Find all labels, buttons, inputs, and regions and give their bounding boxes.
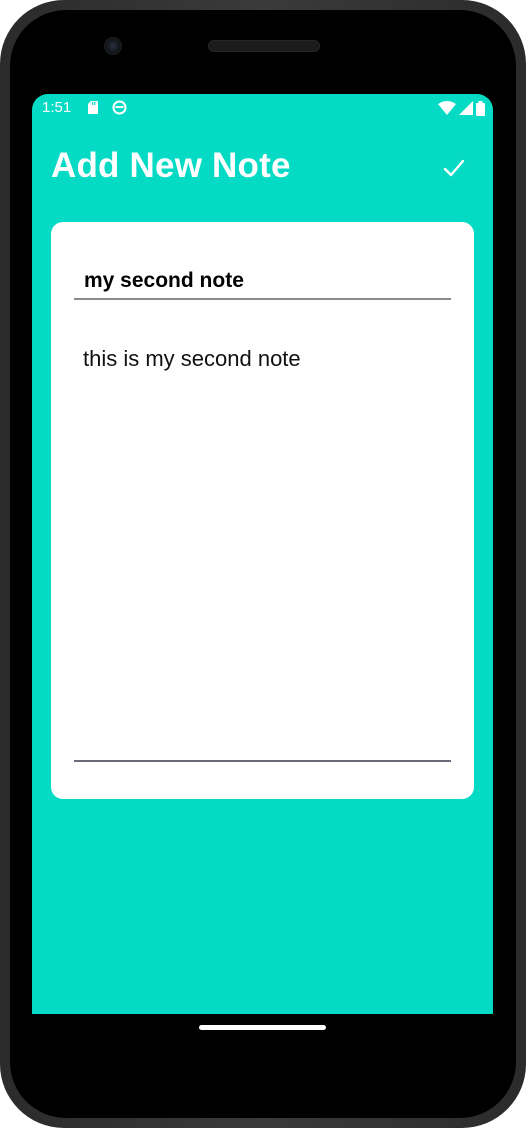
app-screen: 1:51 Add New Note my second note this is… — [32, 94, 493, 1014]
sd-card-icon — [88, 101, 98, 114]
note-body-value: this is my second note — [83, 346, 301, 371]
front-camera — [104, 37, 122, 55]
save-note-button[interactable] — [436, 150, 472, 186]
note-card: my second note this is my second note — [51, 222, 474, 799]
status-time: 1:51 — [42, 99, 72, 116]
note-body-input[interactable]: this is my second note — [74, 332, 451, 762]
phone-frame: 1:51 Add New Note my second note this is… — [0, 0, 526, 1128]
status-bar: 1:51 — [32, 94, 493, 122]
app-bar: Add New Note — [32, 122, 493, 214]
app-notification-icon — [112, 100, 127, 115]
wifi-icon — [438, 101, 456, 115]
home-gesture-handle[interactable] — [199, 1025, 326, 1030]
earpiece-speaker — [208, 40, 320, 52]
note-title-value: my second note — [84, 269, 244, 292]
checkmark-icon — [443, 159, 465, 177]
battery-icon — [476, 100, 485, 116]
note-title-input[interactable]: my second note — [74, 264, 451, 300]
navigation-bar — [32, 1014, 493, 1084]
signal-icon — [459, 101, 473, 115]
status-right-icons — [438, 100, 485, 116]
page-title: Add New Note — [51, 146, 291, 185]
